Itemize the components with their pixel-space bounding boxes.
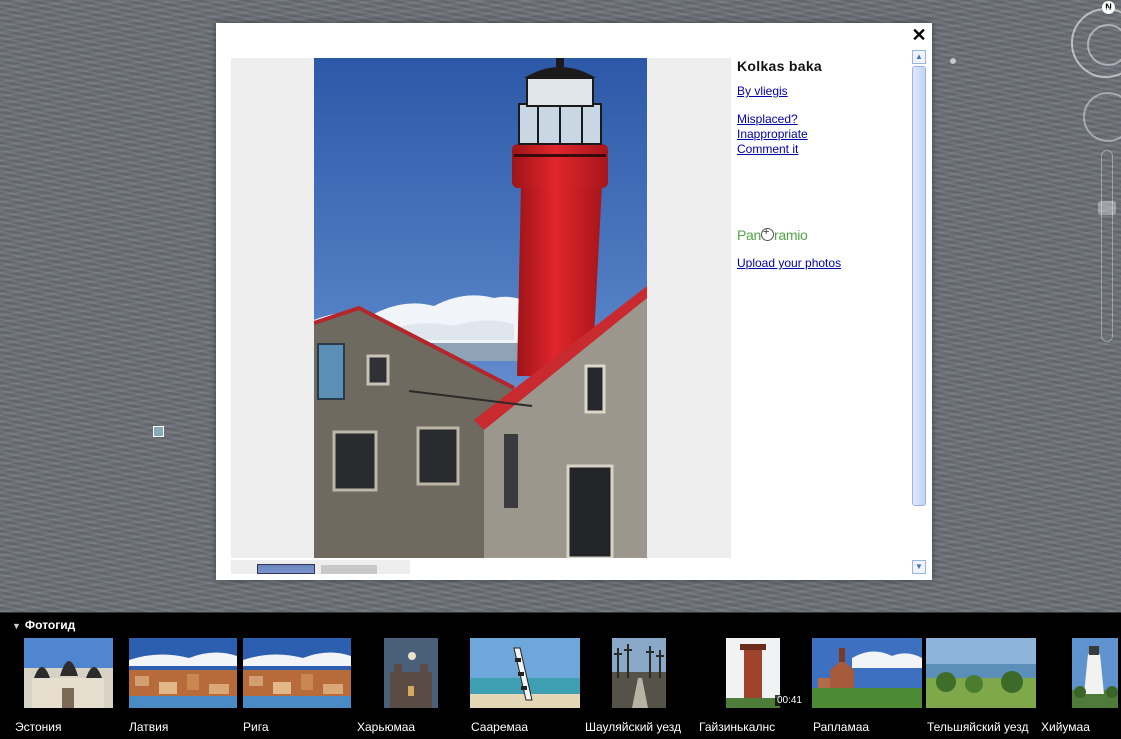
lighthouse-photo[interactable] xyxy=(314,58,647,558)
guide-label-latvia[interactable]: Латвия xyxy=(129,720,168,734)
photo-actions: Misplaced? Inappropriate Comment it xyxy=(737,112,907,157)
guide-tile-hiiumaa[interactable] xyxy=(1072,638,1118,708)
upload-photos-link[interactable]: Upload your photos xyxy=(737,256,907,271)
photo-thumbnail-current[interactable] xyxy=(257,564,315,574)
video-duration: 00:41 xyxy=(774,695,804,706)
guide-tile-gaizinkalns[interactable]: 00:41 xyxy=(726,638,806,708)
bar-divider xyxy=(0,612,1121,613)
scrollbar-thumb[interactable] xyxy=(912,66,926,506)
photo-popup: ✕ Kolkas baka By vliegis Misplaced? Inap… xyxy=(216,23,932,580)
comment-link[interactable]: Comment it xyxy=(737,142,907,157)
photo-guide-title: Фотогид xyxy=(24,618,76,632)
popup-scrollbar[interactable]: ▲ ▼ xyxy=(912,50,926,574)
look-around-control[interactable] xyxy=(1071,8,1121,78)
panoramio-o-icon xyxy=(761,226,775,241)
chevron-down-icon: ▼ xyxy=(12,621,21,631)
author-link[interactable]: By vliegis xyxy=(737,84,907,99)
move-control[interactable] xyxy=(1083,92,1121,142)
panoramio-logo[interactable]: Pan ramio xyxy=(737,226,907,243)
guide-label-telsiai[interactable]: Тельшяйский уезд xyxy=(927,720,1029,734)
photo-frame xyxy=(231,58,731,558)
photo-title: Kolkas baka xyxy=(737,58,823,74)
zoom-slider-thumb[interactable] xyxy=(1098,201,1116,215)
inappropriate-link[interactable]: Inappropriate xyxy=(737,127,907,142)
guide-tile-estonia[interactable] xyxy=(24,638,113,708)
panoramio-logo-text-post: ramio xyxy=(774,227,808,243)
guide-label-siauliai[interactable]: Шауляйский уезд xyxy=(585,720,681,734)
guide-label-gaizinkalns[interactable]: Гайзинькалнс xyxy=(699,720,775,734)
scroll-up-button[interactable]: ▲ xyxy=(912,50,926,64)
photo-guide-toggle[interactable]: ▼ Фотогид xyxy=(12,618,75,632)
guide-label-saaremaa[interactable]: Сааремаа xyxy=(471,720,528,734)
guide-label-hiiumaa[interactable]: Хийумаа xyxy=(1041,720,1090,734)
map-navigation-controls[interactable]: N xyxy=(1061,0,1121,360)
photo-guide-bar: ▼ Фотогид Эстония Латвия Рига Харьюмаа Са… xyxy=(0,612,1121,739)
guide-tile-siauliai[interactable] xyxy=(612,638,666,708)
zoom-slider[interactable] xyxy=(1098,150,1116,342)
photo-info-panel: Kolkas baka By vliegis Misplaced? Inappr… xyxy=(737,58,907,271)
guide-label-estonia[interactable]: Эстония xyxy=(15,720,62,734)
guide-label-raplamaa[interactable]: Рапламаа xyxy=(813,720,869,734)
guide-tile-riga[interactable] xyxy=(243,638,351,708)
scroll-down-button[interactable]: ▼ xyxy=(912,560,926,574)
guide-tile-harjumaa[interactable] xyxy=(384,638,438,708)
guide-tile-telsiai[interactable] xyxy=(926,638,1036,708)
photo-placemark-icon[interactable] xyxy=(153,426,164,437)
map-marker[interactable] xyxy=(950,58,956,64)
guide-label-riga[interactable]: Рига xyxy=(243,720,269,734)
guide-tile-latvia[interactable] xyxy=(129,638,237,708)
close-button[interactable]: ✕ xyxy=(910,26,928,44)
guide-label-harjumaa[interactable]: Харьюмаа xyxy=(357,720,415,734)
photo-thumbnail-strip xyxy=(231,560,410,574)
guide-tile-saaremaa[interactable] xyxy=(470,638,580,708)
photo-thumbnail-next[interactable] xyxy=(321,565,377,574)
guide-tile-raplamaa[interactable] xyxy=(812,638,922,708)
panoramio-logo-text-pre: Pan xyxy=(737,227,762,243)
misplaced-link[interactable]: Misplaced? xyxy=(737,112,907,127)
